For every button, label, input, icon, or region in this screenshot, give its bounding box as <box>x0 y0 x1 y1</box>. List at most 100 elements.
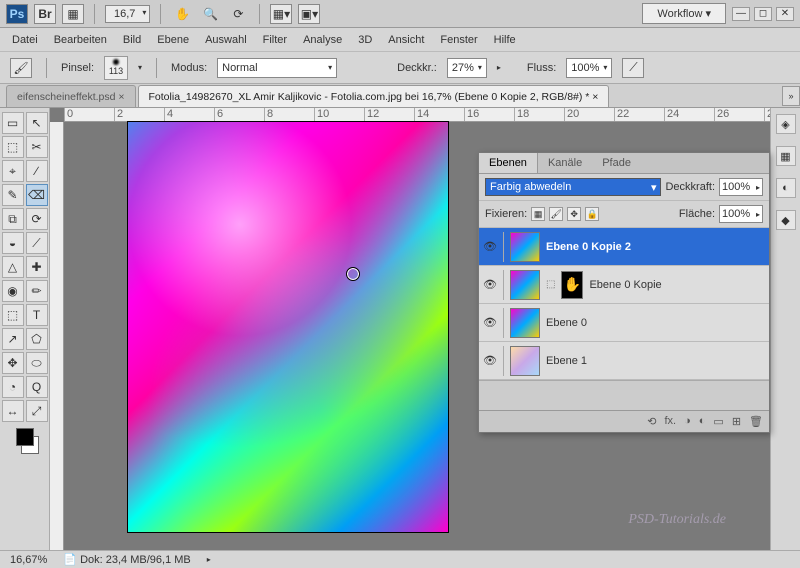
layers-foot-btn-3[interactable]: ◐ <box>699 415 706 428</box>
tool-18[interactable]: ↗ <box>2 328 24 350</box>
lock-position-icon[interactable]: ✥ <box>567 207 581 221</box>
screen-mode-icon[interactable]: ▣▾ <box>298 4 320 24</box>
menu-bearbeiten[interactable]: Bearbeiten <box>54 34 107 46</box>
layer-opacity-field[interactable]: 100%▸ <box>719 178 763 196</box>
tool-9[interactable]: ⟳ <box>26 208 48 230</box>
link-icon[interactable]: ⬚ <box>546 279 555 290</box>
tool-22[interactable]: ◔ <box>2 376 24 398</box>
minimize-button[interactable]: — <box>732 7 750 21</box>
menu-ansicht[interactable]: Ansicht <box>388 34 424 46</box>
layers-foot-btn-6[interactable]: 🗑 <box>749 415 763 428</box>
zoom-tool-shortcut[interactable]: 🔍 <box>199 4 221 24</box>
close-button[interactable]: ✕ <box>776 7 794 21</box>
status-flyout-icon[interactable]: ▸ <box>207 555 211 564</box>
layer-fill-field[interactable]: 100%▸ <box>719 205 763 223</box>
visibility-icon[interactable]: 👁 <box>483 316 497 330</box>
tab-scroll-right[interactable]: » <box>782 86 800 106</box>
menu-auswahl[interactable]: Auswahl <box>205 34 247 46</box>
layer-thumbnail[interactable] <box>510 270 540 300</box>
mask-thumbnail[interactable]: ✋ <box>561 271 583 299</box>
tool-12[interactable]: △ <box>2 256 24 278</box>
menu-hilfe[interactable]: Hilfe <box>494 34 516 46</box>
tab-kanale[interactable]: Kanäle <box>538 153 592 173</box>
dock-swatches-icon[interactable]: ▦ <box>776 146 796 166</box>
tool-24[interactable]: ↔ <box>2 400 24 422</box>
bridge-icon[interactable]: Br <box>34 4 56 24</box>
tool-3[interactable]: ✂ <box>26 136 48 158</box>
layer-name[interactable]: Ebene 1 <box>546 355 587 367</box>
tool-11[interactable]: ⟋ <box>26 232 48 254</box>
layer-blend-mode-select[interactable]: Farbig abwedeln▾ <box>485 178 661 196</box>
tool-17[interactable]: T <box>26 304 48 326</box>
layer-thumbnail[interactable] <box>510 232 540 262</box>
dock-color-icon[interactable]: ◈ <box>776 114 796 134</box>
doc-tab-2[interactable]: Fotolia_14982670_XL Amir Kaljikovic - Fo… <box>138 85 610 107</box>
tool-8[interactable]: ⧉ <box>2 208 24 230</box>
tool-6[interactable]: ✎ <box>2 184 24 206</box>
menu-ebene[interactable]: Ebene <box>157 34 189 46</box>
tool-15[interactable]: ✏ <box>26 280 48 302</box>
layer-name[interactable]: Ebene 0 <box>546 317 587 329</box>
rotate-view-shortcut[interactable]: ⟳ <box>227 4 249 24</box>
menu-fenster[interactable]: Fenster <box>440 34 477 46</box>
layers-foot-btn-5[interactable]: ⊞ <box>732 415 741 428</box>
tab-pfade[interactable]: Pfade <box>592 153 641 173</box>
lock-pixels-icon[interactable]: 🖌 <box>549 207 563 221</box>
dock-styles-icon[interactable]: ◆ <box>776 210 796 230</box>
visibility-icon[interactable]: 👁 <box>483 240 497 254</box>
layer-name[interactable]: Ebene 0 Kopie 2 <box>546 241 631 253</box>
brush-dropdown-icon[interactable]: ▾ <box>138 63 142 72</box>
layers-foot-btn-1[interactable]: fx. <box>664 415 676 428</box>
layer-row[interactable]: 👁⬚✋Ebene 0 Kopie <box>479 266 769 304</box>
lock-all-icon[interactable]: 🔒 <box>585 207 599 221</box>
tool-1[interactable]: ↖ <box>26 112 48 134</box>
tool-20[interactable]: ✥ <box>2 352 24 374</box>
layer-row[interactable]: 👁 Ebene 0 <box>479 304 769 342</box>
flow-field[interactable]: 100%▾ <box>566 58 612 78</box>
tool-25[interactable]: ⤢ <box>26 400 48 422</box>
minibridge-icon[interactable]: ▦ <box>62 4 84 24</box>
tool-19[interactable]: ⬠ <box>26 328 48 350</box>
layers-foot-btn-2[interactable]: ◑ <box>684 415 691 428</box>
tool-5[interactable]: ∕ <box>26 160 48 182</box>
arrange-docs-icon[interactable]: ▦▾ <box>270 4 292 24</box>
tool-13[interactable]: ✚ <box>26 256 48 278</box>
brush-tool-icon[interactable]: 🖌 <box>10 58 32 78</box>
hand-tool-shortcut[interactable]: ✋ <box>171 4 193 24</box>
tool-4[interactable]: ⌖ <box>2 160 24 182</box>
workspace-switcher[interactable]: Workflow ▾ <box>642 3 726 24</box>
brush-preset-picker[interactable]: 113 <box>104 56 128 80</box>
tool-21[interactable]: ⬭ <box>26 352 48 374</box>
opacity-field[interactable]: 27%▾ <box>447 58 487 78</box>
tool-10[interactable]: ◒ <box>2 232 24 254</box>
menu-3d[interactable]: 3D <box>358 34 372 46</box>
tab-ebenen[interactable]: Ebenen <box>479 153 538 173</box>
menu-analyse[interactable]: Analyse <box>303 34 342 46</box>
foreground-swatch[interactable] <box>16 428 34 446</box>
layers-foot-btn-4[interactable]: ▭ <box>713 415 723 428</box>
app-icon[interactable]: Ps <box>6 4 28 24</box>
tool-14[interactable]: ◉ <box>2 280 24 302</box>
tool-23[interactable]: Q <box>26 376 48 398</box>
airbrush-toggle[interactable]: ⟋ <box>622 58 644 78</box>
menu-filter[interactable]: Filter <box>263 34 287 46</box>
layers-foot-btn-0[interactable]: ⟲ <box>647 415 656 428</box>
layer-row[interactable]: 👁 Ebene 0 Kopie 2 <box>479 228 769 266</box>
lock-transparency-icon[interactable]: ▦ <box>531 207 545 221</box>
document-canvas[interactable] <box>128 122 448 532</box>
maximize-button[interactable]: ◻ <box>754 7 772 21</box>
layer-thumbnail[interactable] <box>510 346 540 376</box>
dock-adjust-icon[interactable]: ◐ <box>776 178 796 198</box>
tool-16[interactable]: ⬚ <box>2 304 24 326</box>
menu-bild[interactable]: Bild <box>123 34 141 46</box>
visibility-icon[interactable]: 👁 <box>483 278 497 292</box>
menu-datei[interactable]: Datei <box>12 34 38 46</box>
blend-mode-select[interactable]: Normal▾ <box>217 58 337 78</box>
tool-0[interactable]: ▭ <box>2 112 24 134</box>
tool-2[interactable]: ⬚ <box>2 136 24 158</box>
layer-thumbnail[interactable] <box>510 308 540 338</box>
doc-tab-1[interactable]: eifenscheineffekt.psd × <box>6 85 136 107</box>
visibility-icon[interactable]: 👁 <box>483 354 497 368</box>
status-zoom[interactable]: 16,67% <box>10 554 47 566</box>
opacity-flyout-icon[interactable]: ▸ <box>497 63 501 72</box>
